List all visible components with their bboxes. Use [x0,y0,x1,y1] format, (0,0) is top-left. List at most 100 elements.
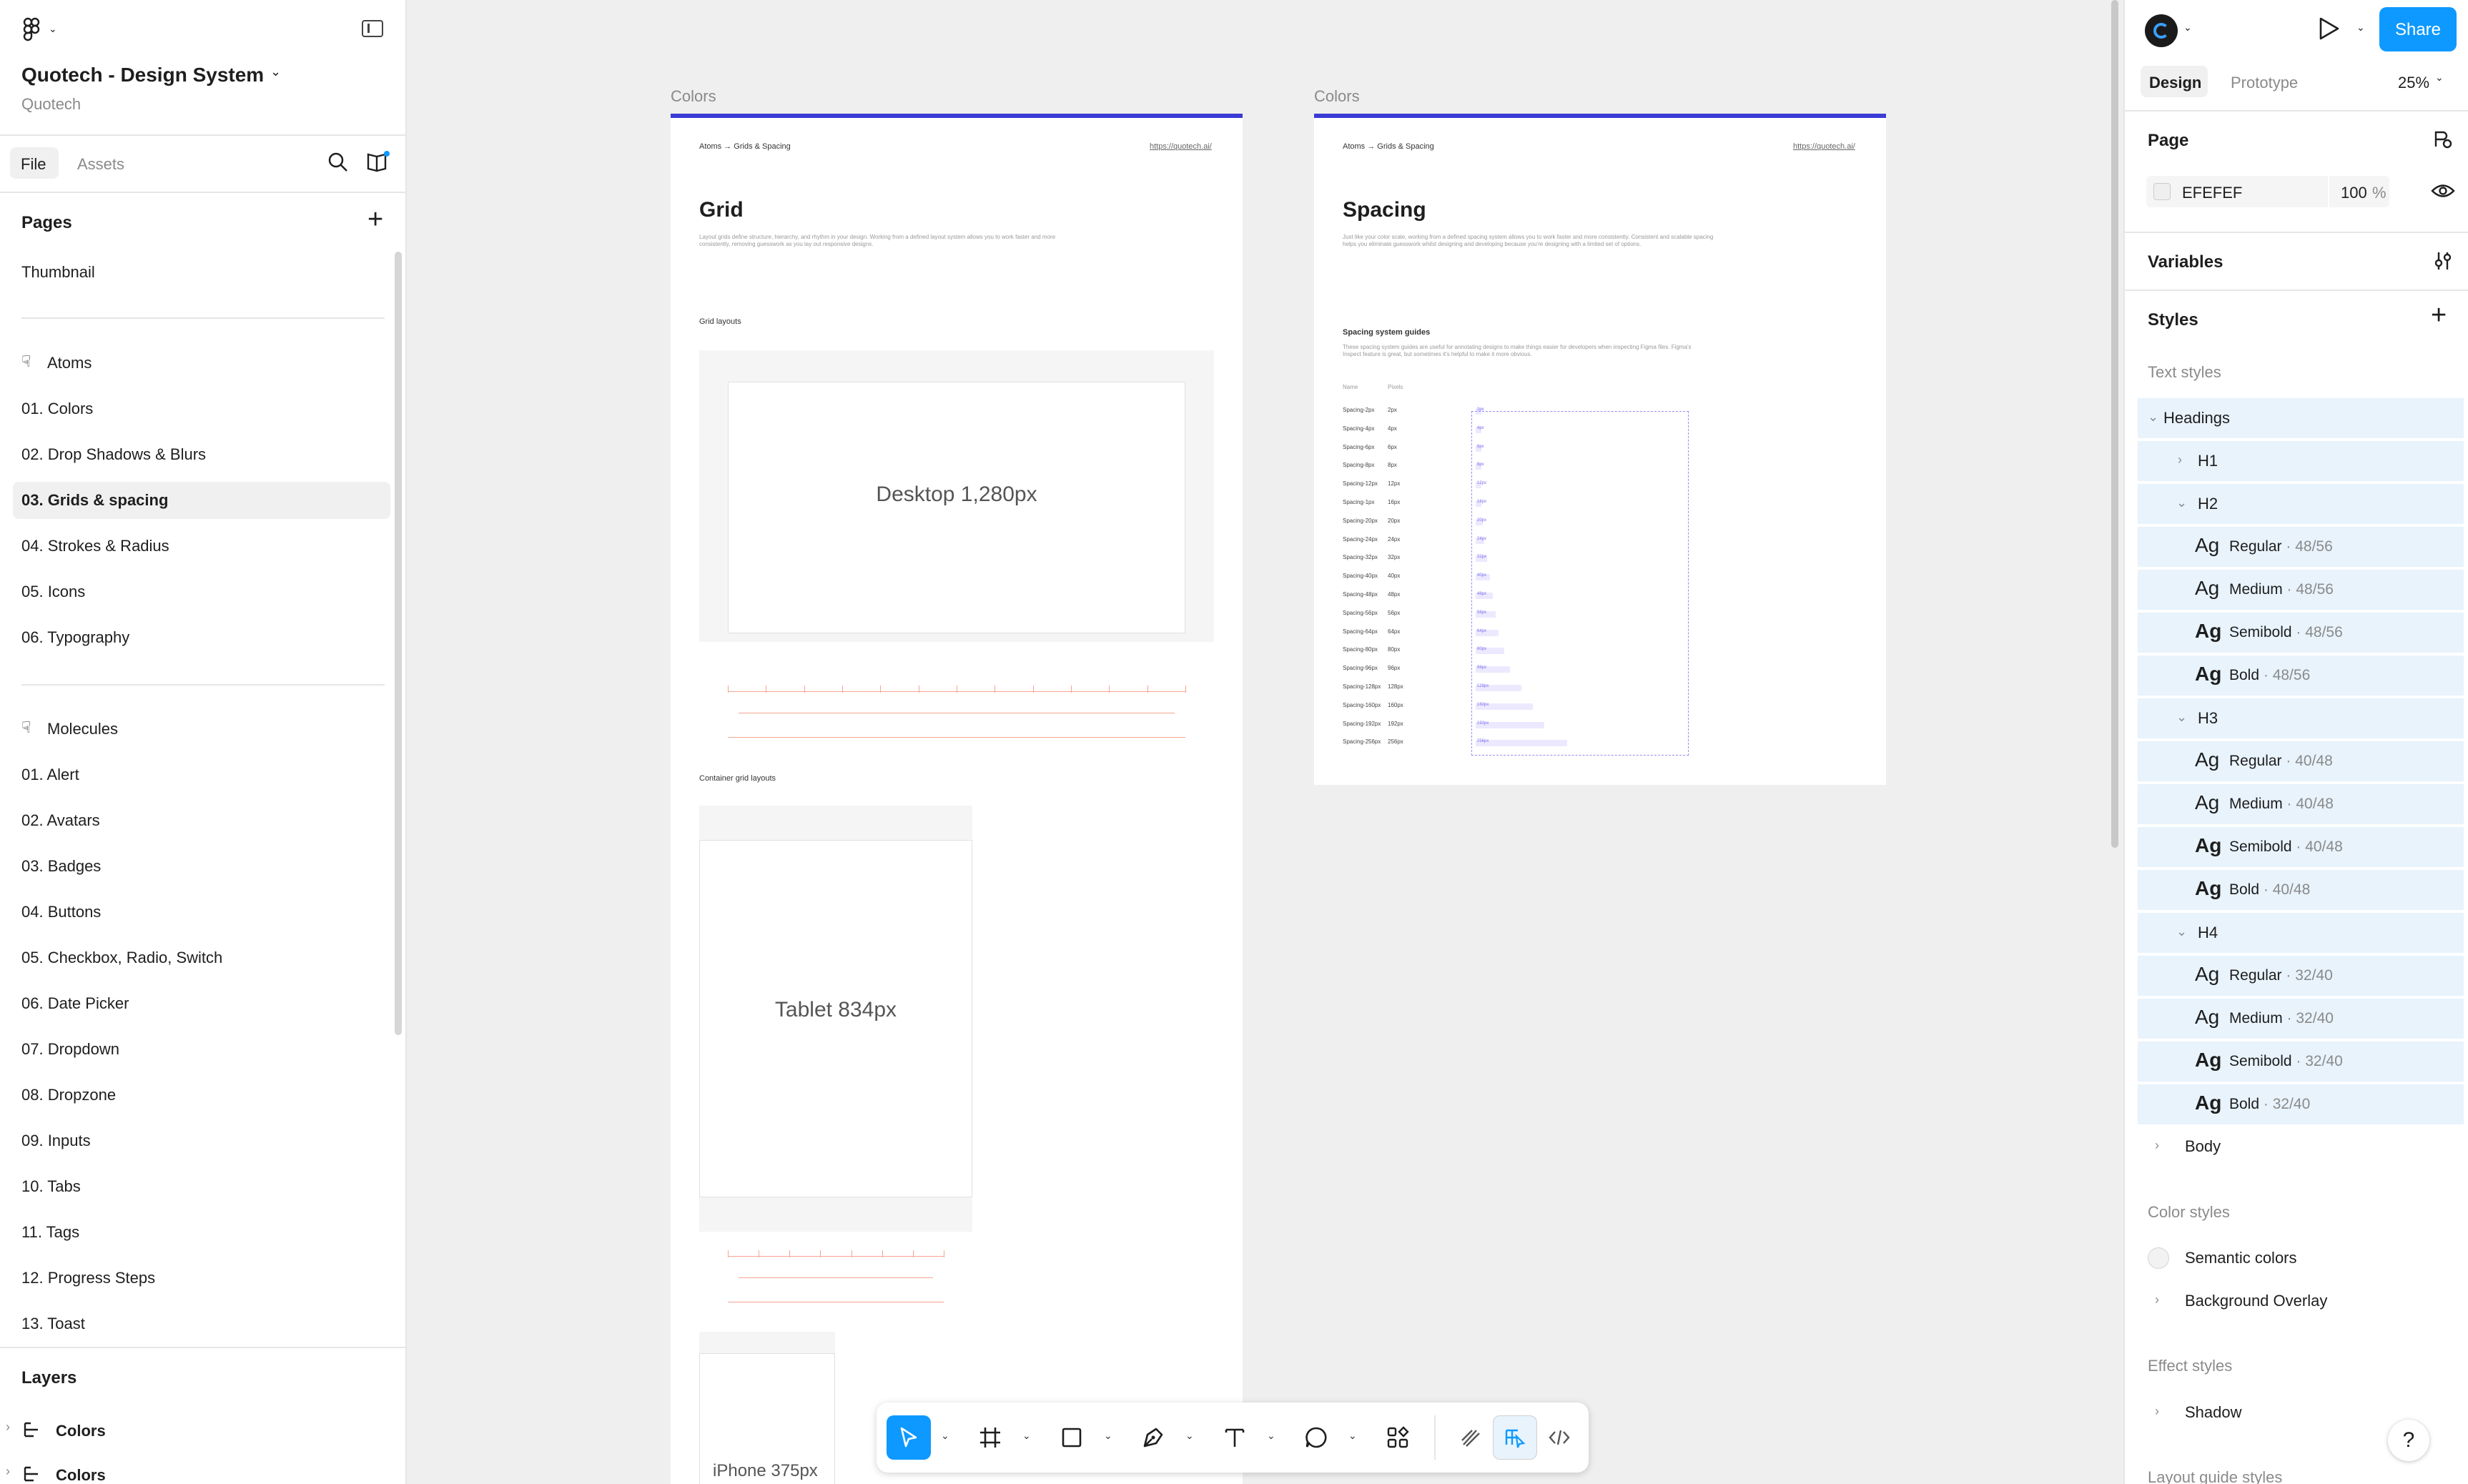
frame-tool-button[interactable] [968,1415,1012,1460]
chevron-right-icon[interactable]: › [6,1420,10,1435]
tab-prototype[interactable]: Prototype [2231,74,2298,92]
canvas-scrollbar[interactable] [2111,0,2118,848]
spacing-name: Spacing-8px [1343,462,1375,469]
chevron-down-icon[interactable]: ⌄ [1185,1430,1194,1442]
chevron-down-icon[interactable]: ⌄ [1348,1430,1357,1442]
page-settings-icon[interactable] [2432,129,2454,150]
user-avatar[interactable] [2145,14,2178,47]
text-style-item[interactable]: Ag Medium · 40/48 [2138,784,2464,824]
library-book-icon[interactable] [366,150,390,173]
help-question-icon: ? [2402,1428,2415,1452]
page-item[interactable]: 05. Checkbox, Radio, Switch [13,939,390,976]
pages-scrollbar[interactable] [395,252,402,1035]
style-group-body[interactable]: › Body [2125,1127,2468,1167]
spacing-pixels: 40px [1388,573,1401,580]
frame-grid[interactable]: Atoms → Grids & Spacing https://quotech.… [671,114,1243,1484]
tablet-label: Tablet 834px [774,998,897,1022]
text-style-item[interactable]: Ag Bold · 40/48 [2138,870,2464,910]
page-item[interactable]: 09. Inputs [13,1122,390,1159]
frame-spacing[interactable]: Atoms → Grids & Spacing https://quotech.… [1314,114,1886,785]
move-tool-button[interactable] [887,1415,931,1460]
main-menu-button[interactable]: ⌄ [20,17,64,43]
actions-button[interactable] [1376,1415,1420,1460]
page-item[interactable]: 06. Typography [13,619,390,656]
chevron-down-icon[interactable]: ⌄ [1022,1430,1031,1442]
text-style-item[interactable]: Ag Regular · 32/40 [2138,956,2464,996]
pen-tool-button[interactable] [1131,1415,1175,1460]
text-tool-button[interactable] [1213,1415,1257,1460]
tab-assets[interactable]: Assets [77,155,124,174]
chevron-down-icon[interactable]: ⌄ [270,64,281,79]
page-item[interactable]: 05. Icons [13,573,390,610]
bottom-toolbar: ⌄ ⌄ ⌄ ⌄ ⌄ ⌄ [877,1403,1589,1473]
grid-measure-line [728,737,1185,738]
frame-label[interactable]: Colors [1314,87,1360,106]
style-group-h2[interactable]: ⌄ H2 [2138,484,2464,524]
page-item-thumbnail[interactable]: Thumbnail [13,254,390,291]
chevron-down-icon[interactable]: ⌄ [941,1430,949,1442]
style-group-h1[interactable]: › H1 [2138,441,2464,481]
style-group-headings[interactable]: ⌄ Headings [2138,398,2464,438]
draw-mode-button[interactable] [1448,1415,1493,1460]
page-item[interactable]: 13. Toast [13,1305,390,1342]
page-item[interactable]: 03. Grids & spacing [13,482,390,519]
chevron-down-icon[interactable]: ⌄ [2435,71,2444,84]
text-style-item[interactable]: Ag Medium · 32/40 [2138,999,2464,1039]
comment-tool-button[interactable] [1294,1415,1338,1460]
style-group-h3[interactable]: ⌄ H3 [2138,698,2464,738]
style-group-h4[interactable]: ⌄ H4 [2138,913,2464,953]
page-color-input[interactable]: EFEFEF 100 % [2146,176,2389,207]
text-style-item[interactable]: Ag Semibold · 48/56 [2138,613,2464,653]
style-semantic-colors[interactable]: Semantic colors [2125,1238,2468,1278]
page-item[interactable]: 08. Dropzone [13,1077,390,1114]
chevron-right-icon[interactable]: › [6,1464,10,1479]
page-item[interactable]: 04. Strokes & Radius [13,528,390,565]
page-item[interactable]: 02. Avatars [13,802,390,839]
search-icon[interactable] [327,152,349,173]
text-style-item[interactable]: Ag Medium · 48/56 [2138,570,2464,610]
page-item[interactable]: 01. Colors [13,390,390,427]
text-style-item[interactable]: Ag Semibold · 32/40 [2138,1042,2464,1082]
chevron-down-icon[interactable]: ⌄ [2183,21,2192,34]
variables-sliders-icon[interactable] [2432,250,2454,272]
tab-file[interactable]: File [10,147,59,179]
page-item[interactable]: 07. Dropdown [13,1031,390,1068]
frame-label[interactable]: Colors [671,87,716,106]
page-item[interactable]: 12. Progress Steps [13,1260,390,1297]
layer-item[interactable]: › Colors [0,1458,407,1484]
chevron-down-icon[interactable]: ⌄ [2356,21,2365,34]
page-header-atoms[interactable]: ☟ Atoms [13,345,390,382]
text-style-item[interactable]: Ag Regular · 48/56 [2138,527,2464,567]
page-item[interactable]: 04. Buttons [13,894,390,931]
text-style-item[interactable]: Ag Regular · 40/48 [2138,741,2464,781]
eye-visibility-icon[interactable] [2431,182,2455,200]
text-style-item[interactable]: Ag Semibold · 40/48 [2138,827,2464,867]
page-item[interactable]: 03. Badges [13,848,390,885]
chevron-down-icon[interactable]: ⌄ [1267,1430,1275,1442]
page-item[interactable]: 11. Tags [13,1214,390,1251]
page-item[interactable]: 01. Alert [13,756,390,793]
shape-tool-button[interactable] [1050,1415,1094,1460]
text-style-item[interactable]: Ag Bold · 32/40 [2138,1084,2464,1124]
style-group-background-overlay[interactable]: › Background Overlay [2125,1281,2468,1321]
present-play-icon[interactable] [2316,16,2341,41]
toggle-sidebar-icon[interactable] [362,20,383,37]
file-title[interactable]: Quotech - Design System [21,64,264,86]
chevron-down-icon[interactable]: ⌄ [1104,1430,1112,1442]
page-header-molecules[interactable]: ☟ Molecules [13,711,390,748]
share-button[interactable]: Share [2379,7,2457,51]
dev-mode-button[interactable] [1537,1415,1581,1460]
page-item[interactable]: 06. Date Picker [13,985,390,1022]
design-mode-button[interactable] [1493,1415,1537,1460]
add-style-plus-icon[interactable]: + [2431,300,2447,331]
page-item[interactable]: 02. Drop Shadows & Blurs [13,436,390,473]
tab-design[interactable]: Design [2141,66,2208,97]
help-button[interactable]: ? [2388,1420,2429,1461]
spacing-pixels: 64px [1388,628,1401,635]
layer-item[interactable]: › Colors [0,1414,407,1445]
zoom-level[interactable]: 25% [2398,74,2429,92]
variables-heading[interactable]: Variables [2148,252,2223,272]
text-style-item[interactable]: Ag Bold · 48/56 [2138,656,2464,696]
page-item[interactable]: 10. Tabs [13,1168,390,1205]
add-page-plus-icon[interactable]: + [367,204,383,235]
